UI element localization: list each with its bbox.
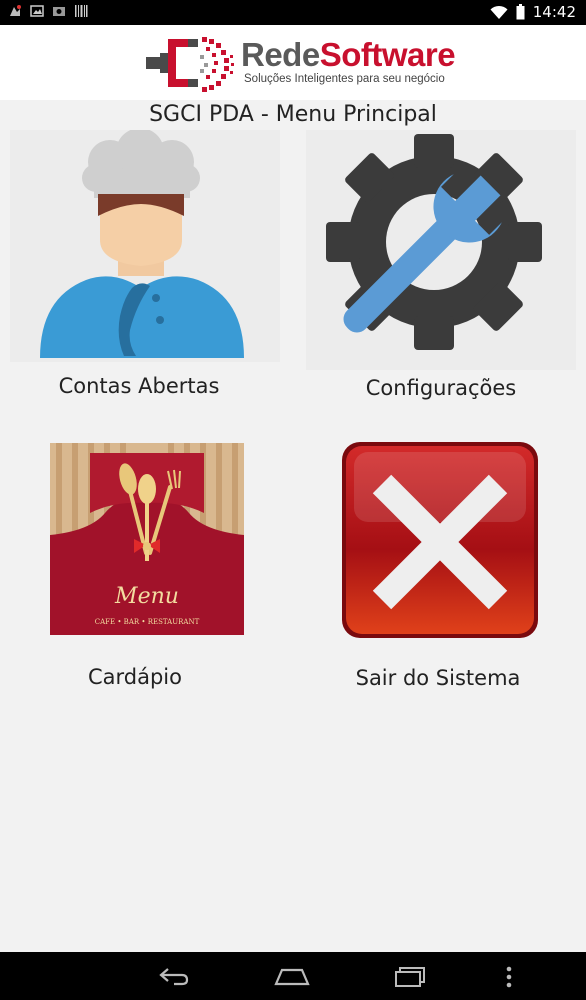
brand-part-software: Software: [319, 36, 456, 73]
menu-card-subtext: CAFE • BAR • RESTAURANT: [95, 618, 200, 626]
notification-app-icon: [10, 5, 21, 16]
configuracoes-button[interactable]: Configurações: [306, 130, 576, 410]
overflow-menu-icon[interactable]: [505, 966, 513, 988]
back-icon[interactable]: [158, 966, 190, 986]
sair-do-sistema-label: Sair do Sistema: [355, 666, 521, 690]
battery-icon: [516, 4, 525, 20]
home-icon[interactable]: [274, 966, 310, 986]
gear-wrench-icon: [306, 130, 576, 370]
rede-software-logo: RedeSoftware Soluções Inteligentes para …: [146, 33, 456, 93]
image-notification-icon: [30, 5, 44, 17]
navigation-bar: [0, 952, 586, 1000]
notification-icons: [8, 4, 88, 18]
photo-notification-icon: [53, 7, 65, 16]
sair-do-sistema-button[interactable]: Sair do Sistema: [300, 440, 576, 704]
contas-abertas-button[interactable]: Contas Abertas: [10, 130, 280, 410]
menu-card-icon: Menu CAFE • BAR • RESTAURANT: [50, 443, 244, 635]
chef-icon: [10, 130, 280, 362]
app-header: RedeSoftware Soluções Inteligentes para …: [0, 25, 586, 100]
brand-part-rede: Rede: [241, 36, 320, 73]
recents-icon[interactable]: [393, 966, 427, 988]
page-title: SGCI PDA - Menu Principal: [149, 102, 437, 127]
contas-abertas-label: Contas Abertas: [58, 374, 220, 398]
exit-x-icon: [342, 442, 538, 638]
menu-card-title: Menu: [114, 584, 179, 609]
status-bar: 14:42: [0, 0, 586, 25]
wifi-icon: [490, 5, 508, 19]
cardapio-button[interactable]: Menu CAFE • BAR • RESTAURANT Cardápio: [50, 443, 244, 703]
brand-tagline: Soluções Inteligentes para seu negócio: [244, 73, 445, 85]
rede-software-logo-icon: [146, 37, 234, 92]
clock: 14:42: [532, 3, 576, 21]
barcode-notification-icon: [75, 5, 88, 17]
brand-name: RedeSoftware: [241, 36, 456, 73]
configuracoes-label: Configurações: [365, 376, 517, 400]
cardapio-label: Cardápio: [87, 665, 182, 689]
